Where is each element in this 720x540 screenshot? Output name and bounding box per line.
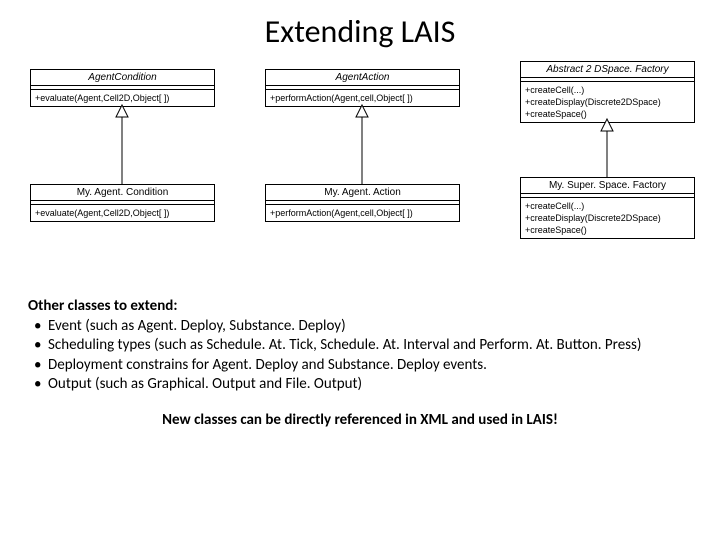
uml-agent-condition: AgentCondition +evaluate(Agent,Cell2D,Ob… <box>30 69 215 107</box>
uml-class-name: My. Agent. Condition <box>31 185 214 201</box>
uml-class-name: My. Super. Space. Factory <box>521 178 694 194</box>
uml-methods: +evaluate(Agent,Cell2D,Object[ ]) <box>31 90 214 106</box>
uml-my-agent-condition: My. Agent. Condition +evaluate(Agent,Cel… <box>30 184 215 222</box>
list-item: Event (such as Agent. Deploy, Substance.… <box>32 317 692 337</box>
uml-diagram: AgentCondition +evaluate(Agent,Cell2D,Ob… <box>0 59 720 289</box>
uml-methods: +performAction(Agent,cell,Object[ ]) <box>266 205 459 221</box>
uml-methods: +evaluate(Agent,Cell2D,Object[ ]) <box>31 205 214 221</box>
section-heading: Other classes to extend: <box>28 297 692 317</box>
list-item: Scheduling types (such as Schedule. At. … <box>32 336 692 356</box>
uml-class-name: Abstract 2 DSpace. Factory <box>521 62 694 78</box>
footer-note: New classes can be directly referenced i… <box>28 395 692 431</box>
uml-agent-action: AgentAction +performAction(Agent,cell,Ob… <box>265 69 460 107</box>
body-text: Other classes to extend: Event (such as … <box>0 289 720 430</box>
bullet-list: Event (such as Agent. Deploy, Substance.… <box>28 317 692 395</box>
list-item: Deployment constrains for Agent. Deploy … <box>32 356 692 376</box>
uml-class-name: AgentCondition <box>31 70 214 86</box>
slide-title: Extending LAIS <box>0 0 720 59</box>
list-item: Output (such as Graphical. Output and Fi… <box>32 375 692 395</box>
uml-abstract-factory: Abstract 2 DSpace. Factory +createCell(.… <box>520 61 695 123</box>
uml-my-agent-action: My. Agent. Action +performAction(Agent,c… <box>265 184 460 222</box>
uml-methods: +performAction(Agent,cell,Object[ ]) <box>266 90 459 106</box>
uml-methods: +createCell(...) +createDisplay(Discrete… <box>521 82 694 122</box>
uml-my-space-factory: My. Super. Space. Factory +createCell(..… <box>520 177 695 239</box>
uml-class-name: My. Agent. Action <box>266 185 459 201</box>
uml-methods: +createCell(...) +createDisplay(Discrete… <box>521 198 694 238</box>
uml-class-name: AgentAction <box>266 70 459 86</box>
